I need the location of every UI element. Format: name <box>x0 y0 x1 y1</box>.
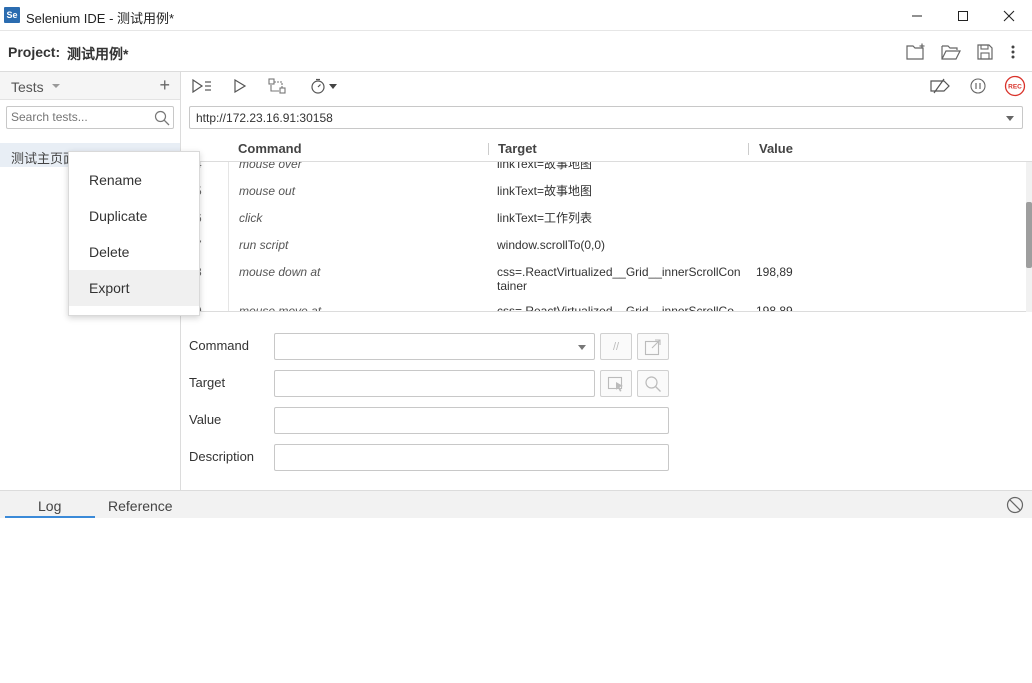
scrollbar-thumb[interactable] <box>1026 202 1032 268</box>
close-icon <box>1003 10 1015 21</box>
minimize-button[interactable] <box>894 0 940 31</box>
menu-item-export[interactable]: Export <box>69 270 199 306</box>
pause-icon <box>970 78 986 94</box>
description-input[interactable] <box>274 444 669 471</box>
table-scrollbar[interactable] <box>1026 162 1032 312</box>
playback-speed-button[interactable] <box>309 77 339 95</box>
menu-item-duplicate[interactable]: Duplicate <box>69 198 199 234</box>
disable-breakpoints-button[interactable] <box>930 77 950 95</box>
menu-item-delete[interactable]: Delete <box>69 234 199 270</box>
new-project-button[interactable] <box>904 40 928 64</box>
window-title: Selenium IDE - 测试用例* <box>26 11 175 26</box>
project-name[interactable]: 测试用例* <box>67 44 128 64</box>
description-label: Description <box>189 449 255 464</box>
project-label: Project: <box>8 44 61 60</box>
command-input[interactable] <box>274 333 595 360</box>
row-command: mouse over <box>239 162 302 171</box>
open-folder-icon <box>941 45 961 60</box>
column-divider[interactable] <box>488 143 489 155</box>
record-button[interactable]: REC <box>1004 75 1026 97</box>
run-current-test-button[interactable] <box>230 77 250 95</box>
test-item-label: 测试主页面 <box>11 151 77 166</box>
base-url-value: http://172.23.16.91:30158 <box>196 111 333 125</box>
base-url-select[interactable]: http://172.23.16.91:30158 <box>189 106 1023 129</box>
timer-icon <box>311 78 337 94</box>
row-target: css=.ReactVirtualized__Grid__innerScroll… <box>497 265 741 293</box>
play-icon <box>234 79 247 93</box>
row-target: linkText=工作列表 <box>497 211 593 225</box>
maximize-button[interactable] <box>940 0 986 31</box>
row-number-divider <box>228 162 229 311</box>
selenium-app-icon: Se <box>4 7 20 23</box>
search-tests-input[interactable] <box>11 110 151 124</box>
command-label: Command <box>189 338 249 353</box>
row-target: linkText=故事地图 <box>497 184 593 198</box>
row-command: mouse out <box>239 184 296 198</box>
breakpoint-off-icon <box>930 78 950 94</box>
row-value: 198,89 <box>756 265 793 279</box>
add-test-button[interactable]: + <box>159 75 170 96</box>
search-tests-box <box>6 106 174 129</box>
row-command: mouse move at <box>239 304 322 312</box>
record-label: REC <box>1008 84 1022 91</box>
pause-on-exceptions-button[interactable] <box>968 77 988 95</box>
tab-log[interactable]: Log <box>38 498 61 514</box>
clear-log-icon[interactable] <box>1006 496 1024 514</box>
command-table-header: Command Target Value <box>181 136 1032 162</box>
external-link-icon <box>644 338 661 355</box>
open-reference-button[interactable] <box>637 333 669 360</box>
command-table: 4 mouse over linkText=故事地图 5 mouse out l… <box>181 162 1026 312</box>
search-icon <box>154 110 170 126</box>
sidebar-header: Tests + <box>0 72 180 100</box>
row-target: css=.ReactVirtualized__Grid__innerScroll… <box>497 304 734 312</box>
minimize-icon <box>912 15 922 16</box>
comment-toggle-button[interactable]: // <box>600 333 632 360</box>
console-tabs: Log Reference <box>0 490 1032 518</box>
target-label: Target <box>189 375 226 390</box>
record-icon: REC <box>1004 75 1026 97</box>
column-header-target: Target <box>498 141 537 156</box>
row-target: linkText=故事地图 <box>497 162 593 171</box>
chevron-down-icon <box>1006 116 1014 121</box>
new-folder-icon <box>906 43 925 60</box>
open-project-button[interactable] <box>939 40 963 64</box>
run-all-tests-button[interactable] <box>191 77 213 95</box>
target-input[interactable] <box>274 370 595 397</box>
title-bar: Se Selenium IDE - 测试用例* <box>0 0 1032 31</box>
column-divider[interactable] <box>748 143 749 155</box>
maximize-icon <box>958 10 968 21</box>
test-context-menu: Rename Duplicate Delete Export <box>68 151 200 316</box>
menu-item-rename[interactable]: Rename <box>69 162 199 198</box>
chevron-down-icon <box>52 84 60 88</box>
row-command: run script <box>239 238 289 252</box>
row-command: click <box>239 211 263 225</box>
value-label: Value <box>189 412 222 427</box>
select-target-button[interactable] <box>600 370 632 397</box>
search-icon <box>645 375 661 392</box>
find-target-button[interactable] <box>637 370 669 397</box>
run-all-icon <box>192 79 211 93</box>
row-value: 198,89 <box>756 304 793 312</box>
cursor-select-icon <box>607 376 623 392</box>
close-window-button[interactable] <box>986 0 1032 31</box>
save-project-button[interactable] <box>973 40 997 64</box>
more-vertical-icon <box>1011 45 1015 59</box>
chevron-down-icon <box>578 345 586 350</box>
log-panel <box>0 518 1032 683</box>
tab-reference[interactable]: Reference <box>108 498 173 514</box>
step-icon <box>268 78 286 94</box>
value-input[interactable] <box>274 407 669 434</box>
more-options-button[interactable] <box>1001 40 1025 64</box>
save-icon <box>977 44 993 60</box>
column-header-value: Value <box>759 141 793 156</box>
row-target: window.scrollTo(0,0) <box>497 238 606 252</box>
playback-toolbar: REC <box>181 72 1032 100</box>
column-header-command: Command <box>238 141 302 156</box>
row-command: mouse down at <box>239 265 321 279</box>
tests-dropdown[interactable]: Tests <box>11 79 44 95</box>
project-header: Project: 测试用例* <box>0 31 1032 72</box>
step-over-button[interactable] <box>267 77 287 95</box>
